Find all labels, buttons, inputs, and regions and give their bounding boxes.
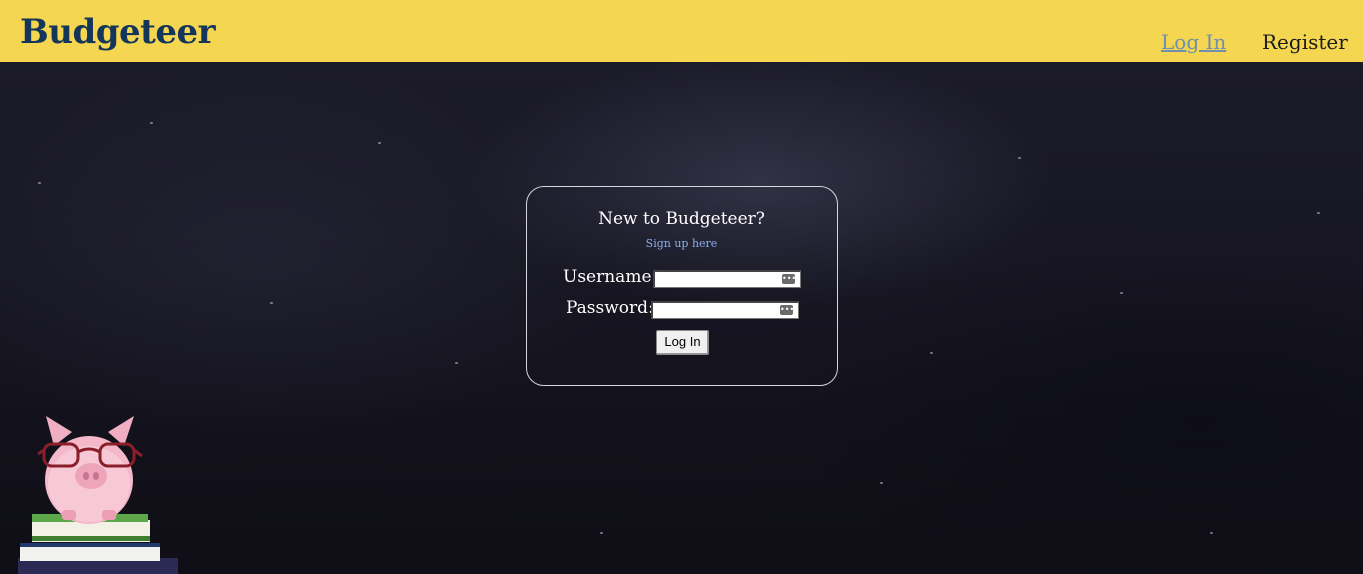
signup-link: Sign up here (0, 237, 1363, 250)
login-submit-button[interactable]: Log In (656, 330, 709, 355)
username-input[interactable]: ••• (653, 270, 801, 288)
pig-ear-right (108, 416, 134, 446)
pig-snout (75, 463, 107, 489)
login-card-title: New to Budgeteer? (598, 209, 765, 229)
username-label: Username: (563, 267, 658, 287)
navbar: Budgeteer Log In Register (0, 0, 1363, 62)
autofill-key-icon[interactable]: ••• (780, 305, 794, 315)
brand-logo[interactable]: Budgeteer (20, 12, 216, 52)
nav-login-link[interactable]: Log In (1161, 30, 1226, 54)
autofill-key-icon[interactable]: ••• (782, 274, 796, 284)
signup-link-text[interactable]: Sign up here (646, 237, 718, 250)
password-label: Password: (566, 298, 654, 318)
password-input[interactable]: ••• (651, 301, 799, 319)
nav-register-link[interactable]: Register (1262, 30, 1348, 54)
piggy-bank-illustration (18, 416, 178, 574)
